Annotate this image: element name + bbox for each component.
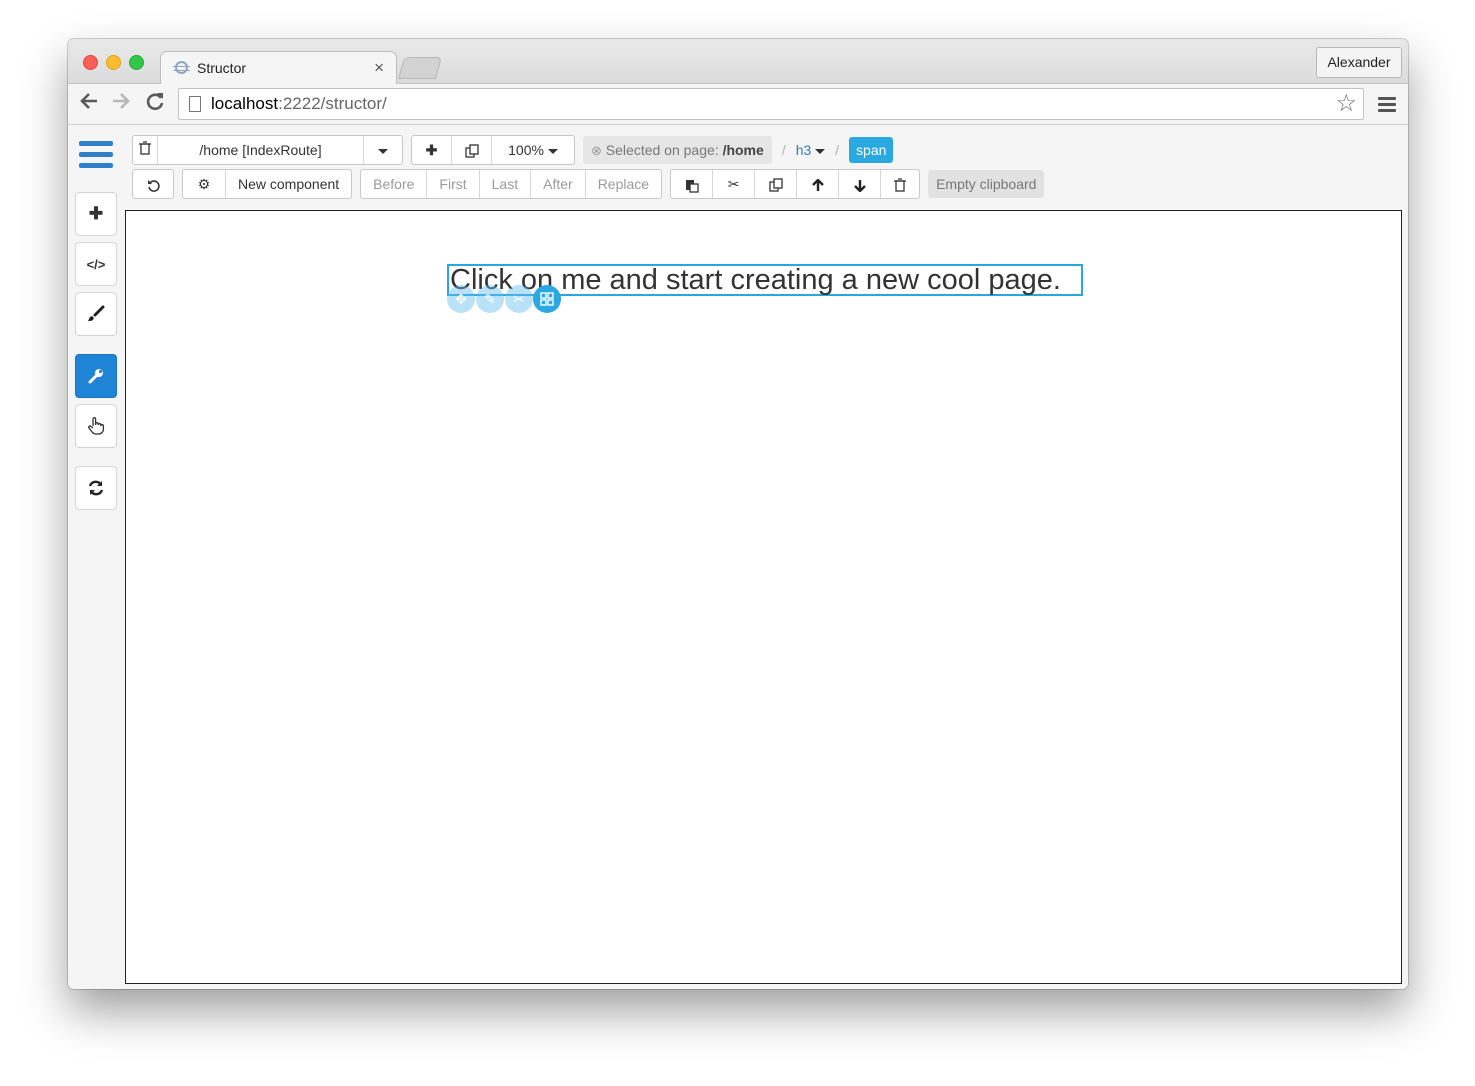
brush-icon	[88, 305, 105, 321]
add-page-button[interactable]: ✚	[412, 136, 452, 164]
forward-icon[interactable]	[108, 90, 134, 116]
toolbar-row-top: /home [IndexRoute] ✚ 100% ⊗ Selected on …	[132, 135, 894, 165]
move-up-button[interactable]	[797, 170, 840, 198]
hamburger-icon[interactable]	[79, 141, 113, 174]
insert-position-group: Before First Last After Replace	[360, 169, 663, 199]
page-actions-group: ✚ 100%	[411, 135, 575, 165]
cut-scissors-icon[interactable]: ✂	[505, 285, 533, 313]
chevron-down-icon	[547, 148, 558, 154]
refresh-button[interactable]	[75, 466, 117, 510]
url-text: localhost:2222/structor/	[211, 94, 387, 113]
route-select-group: /home [IndexRoute]	[132, 135, 403, 165]
star-icon[interactable]: ☆	[1335, 89, 1357, 119]
add-button[interactable]: ✚	[75, 192, 117, 236]
navigation-bar: localhost:2222/structor/ ☆	[68, 84, 1408, 125]
page-canvas[interactable]: Click on me and start creating a new coo…	[125, 210, 1402, 984]
edit-pencil-icon[interactable]: ✎	[476, 285, 504, 313]
page-icon	[189, 96, 201, 112]
close-circle-icon: ⊗	[591, 143, 602, 158]
hand-pointer-icon	[88, 417, 105, 435]
arrow-up-icon	[811, 178, 824, 191]
close-window-button[interactable]	[83, 55, 98, 70]
address-bar[interactable]: localhost:2222/structor/ ☆	[178, 88, 1364, 120]
menu-icon[interactable]	[1378, 97, 1396, 115]
breadcrumb-separator: /	[835, 142, 840, 158]
delete-component-button[interactable]	[881, 170, 919, 198]
zoom-select[interactable]: 100%	[492, 136, 574, 164]
tab-close-icon[interactable]: ×	[374, 58, 384, 78]
new-tab-button[interactable]	[398, 57, 442, 79]
back-icon[interactable]	[76, 90, 102, 116]
add-icon: ✚	[88, 204, 104, 223]
tab-strip: Structor × Alexander	[68, 39, 1408, 85]
empty-clipboard-button[interactable]: Empty clipboard	[928, 170, 1045, 198]
chevron-down-icon	[378, 148, 388, 154]
refresh-icon	[88, 480, 104, 496]
grid-options-icon[interactable]	[533, 285, 561, 313]
insert-last-button[interactable]: Last	[480, 170, 532, 198]
undo-group	[132, 169, 174, 199]
cut-button[interactable]: ✂	[713, 170, 756, 198]
route-select[interactable]: /home [IndexRoute]	[158, 136, 364, 164]
new-component-button[interactable]: New component	[226, 170, 351, 198]
selected-page: /home	[722, 142, 764, 158]
minimize-window-button[interactable]	[106, 55, 121, 70]
selected-on-page-badge[interactable]: ⊗ Selected on page: /home	[583, 136, 772, 164]
undo-button[interactable]	[133, 170, 173, 198]
selected-label: Selected on page:	[605, 142, 719, 158]
insert-after-button[interactable]: After	[531, 170, 586, 198]
clipboard-actions-group: ✂	[670, 169, 921, 199]
structor-app: ✚ </> /home [IndexRoute] ✚ 100% ⊗ Select…	[68, 125, 1408, 989]
route-dropdown-button[interactable]	[364, 136, 402, 164]
insert-first-button[interactable]: First	[427, 170, 480, 198]
arrow-down-icon	[853, 179, 866, 193]
zoom-window-button[interactable]	[129, 55, 144, 70]
paste-button[interactable]	[671, 170, 714, 198]
chevron-down-icon	[815, 148, 826, 154]
brush-button[interactable]	[75, 292, 117, 336]
new-component-group: ⚙ New component	[182, 169, 353, 199]
trash-icon	[139, 141, 151, 155]
copy-icon	[464, 144, 479, 158]
reload-icon[interactable]	[142, 90, 168, 116]
generator-button[interactable]: ⚙	[183, 170, 226, 198]
copy-icon	[768, 178, 783, 192]
breadcrumb-h3[interactable]: h3	[796, 142, 826, 158]
move-down-button[interactable]	[839, 170, 882, 198]
toolbar-row-bottom: ⚙ New component Before First Last After …	[132, 169, 1045, 199]
plus-icon: ✚	[425, 142, 438, 158]
replace-button[interactable]: Replace	[586, 170, 661, 198]
breadcrumb-separator: /	[781, 142, 786, 158]
browser-tab[interactable]: Structor ×	[160, 51, 397, 85]
browser-window: Structor × Alexander localhost:2222/stru…	[68, 39, 1408, 989]
duplicate-page-button[interactable]	[452, 136, 492, 164]
insert-before-button[interactable]: Before	[361, 170, 428, 198]
wrench-button[interactable]	[75, 354, 117, 398]
paste-icon	[685, 179, 699, 193]
cogs-icon: ⚙	[197, 176, 211, 192]
breadcrumb-span[interactable]: span	[849, 137, 894, 163]
tab-title: Structor	[197, 60, 247, 76]
profile-button[interactable]: Alexander	[1316, 47, 1402, 78]
delete-page-button[interactable]	[133, 136, 158, 164]
undo-icon	[147, 179, 160, 192]
copy-button[interactable]	[755, 170, 798, 198]
code-button[interactable]: </>	[75, 242, 117, 286]
move-handle-icon[interactable]: ✥	[447, 285, 475, 313]
code-icon: </>	[86, 256, 106, 272]
scissors-icon: ✂	[727, 176, 740, 192]
pointer-button[interactable]	[75, 404, 117, 448]
favicon-icon	[173, 61, 190, 74]
wrench-icon	[88, 369, 103, 384]
trash-icon	[894, 178, 907, 192]
